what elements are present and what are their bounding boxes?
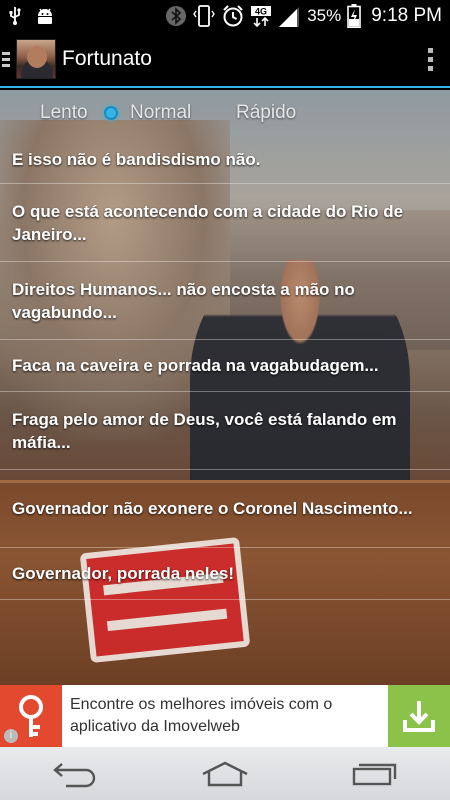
home-icon[interactable] <box>185 747 265 800</box>
android-debug-icon <box>34 7 56 25</box>
list-item[interactable]: Fraga pelo amor de Deus, você está falan… <box>0 392 450 470</box>
ad-info-icon[interactable]: i <box>4 729 18 743</box>
overflow-menu-icon[interactable] <box>410 31 450 87</box>
app-bar: Fortunato <box>0 32 450 88</box>
phrase-list: E isso não é bandisdismo não. O que está… <box>0 136 450 600</box>
ad-banner[interactable]: i Encontre os melhores imóveis com o apl… <box>0 685 450 747</box>
list-item[interactable]: Governador, porrada neles! <box>0 548 450 600</box>
bluetooth-icon <box>165 5 187 27</box>
ad-text: Encontre os melhores imóveis com o aplic… <box>70 696 333 735</box>
signal-icon <box>277 5 301 27</box>
speed-selector: Lento Normal Rápido <box>0 90 450 136</box>
hamburger-icon[interactable] <box>2 31 12 87</box>
battery-charging-icon <box>347 4 362 28</box>
back-icon[interactable] <box>35 747 115 800</box>
vibrate-icon <box>193 4 216 28</box>
network-4g-icon: 4G <box>251 5 272 27</box>
speed-option-label: Rápido <box>236 102 297 123</box>
recent-apps-icon[interactable] <box>335 747 415 800</box>
alarm-icon <box>221 4 245 28</box>
list-item[interactable]: O que está acontecendo com a cidade do R… <box>0 184 450 262</box>
battery-percent: 35% <box>307 6 342 25</box>
svg-text:4G: 4G <box>255 7 267 17</box>
clock: 9:18 PM <box>371 5 442 26</box>
status-bar: 4G 35% 9:18 PM <box>0 0 450 32</box>
list-item[interactable]: E isso não é bandisdismo não. <box>0 136 450 184</box>
radio-selected-icon <box>104 106 118 120</box>
speed-option-label: Lento <box>40 102 88 123</box>
imovelweb-logo-icon: i <box>0 685 62 747</box>
phrase-list-screen: Lento Normal Rápido E isso não é bandisd… <box>0 90 450 685</box>
list-item[interactable]: Faca na caveira e porrada na vagabudagem… <box>0 340 450 392</box>
download-icon[interactable] <box>388 685 450 747</box>
speed-option-label: Normal <box>130 102 192 123</box>
app-title: Fortunato <box>62 47 152 70</box>
system-nav-bar <box>0 747 450 800</box>
usb-icon <box>8 6 22 26</box>
list-item[interactable]: Governador não exonere o Coronel Nascime… <box>0 470 450 548</box>
avatar[interactable] <box>16 39 56 79</box>
speed-option-normal[interactable]: Normal <box>104 102 191 124</box>
speed-option-rapido[interactable]: Rápido <box>236 102 296 124</box>
speed-option-lento[interactable]: Lento <box>40 102 88 124</box>
list-item[interactable]: Direitos Humanos... não encosta a mão no… <box>0 262 450 340</box>
